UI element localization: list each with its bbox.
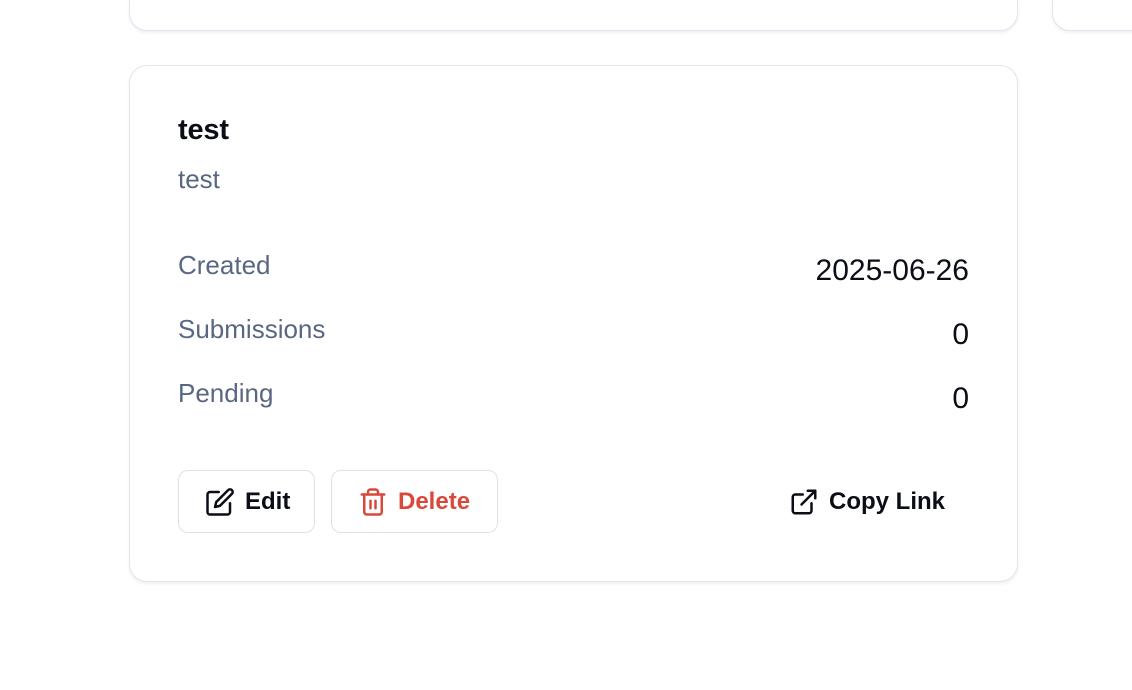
copy-link-button[interactable]: Copy Link: [789, 470, 969, 533]
copy-link-label: Copy Link: [829, 487, 946, 515]
form-card: test test Created 2025-06-26 Submissions…: [129, 65, 1018, 582]
stat-value: 2025-06-26: [815, 254, 969, 287]
stat-label: Submissions: [178, 314, 326, 344]
external-link-icon: [789, 487, 819, 517]
stats-list: Created 2025-06-26 Submissions 0 Pending…: [178, 248, 969, 440]
card-actions: Edit Delete Copy Link: [178, 470, 969, 534]
card-description: test: [178, 164, 220, 194]
stat-value: 0: [952, 382, 969, 415]
delete-button[interactable]: Delete: [331, 470, 498, 533]
edit-button[interactable]: Edit: [178, 470, 315, 533]
stat-label: Pending: [178, 378, 274, 408]
delete-button-label: Delete: [398, 487, 471, 515]
stat-value: 0: [952, 318, 969, 351]
trash-icon: [358, 487, 388, 517]
adjacent-card: [1052, 0, 1132, 31]
stat-row-submissions: Submissions 0: [178, 312, 969, 376]
stat-label: Created: [178, 250, 271, 280]
page: test test Created 2025-06-26 Submissions…: [0, 0, 1132, 690]
card-title: test: [178, 114, 229, 146]
stat-row-pending: Pending 0: [178, 376, 969, 440]
stat-row-created: Created 2025-06-26: [178, 248, 969, 312]
edit-button-label: Edit: [245, 487, 291, 515]
previous-card: [129, 0, 1018, 31]
edit-icon: [205, 487, 235, 517]
